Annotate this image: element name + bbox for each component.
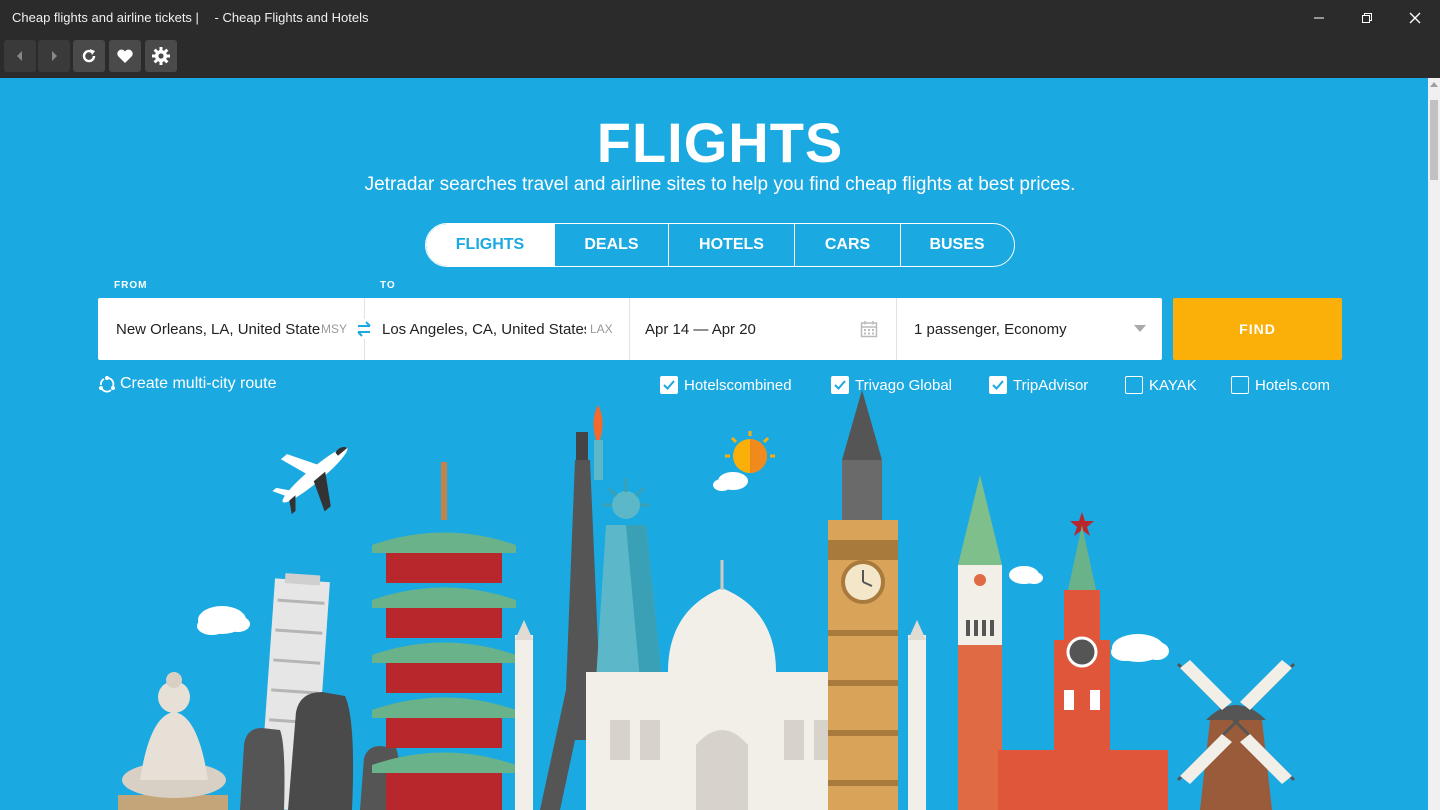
favorite-icon (117, 49, 133, 63)
window-titlebar: Cheap flights and airline tickets | - Ch… (0, 0, 1440, 36)
statue-of-liberty-icon (593, 405, 662, 680)
sun-icon (725, 431, 775, 473)
minimize-icon[interactable] (1296, 0, 1342, 36)
close-icon[interactable] (1392, 0, 1438, 36)
scrollbar-thumb[interactable] (1430, 100, 1438, 180)
settings-icon (152, 47, 170, 65)
buddha-statue-icon (118, 672, 228, 810)
windmill-icon (1176, 660, 1296, 810)
favorite-button[interactable] (109, 40, 141, 72)
refresh-button[interactable] (73, 40, 105, 72)
airplane-icon (272, 447, 348, 515)
scroll-up-icon[interactable] (1430, 82, 1438, 87)
landmarks-illustration (118, 390, 1296, 810)
back-button[interactable] (4, 40, 36, 72)
restore-icon[interactable] (1344, 0, 1390, 36)
refresh-icon (82, 49, 96, 63)
forward-icon (52, 51, 57, 61)
page-scrollbar[interactable] (1428, 78, 1440, 810)
window-title: Cheap flights and airline tickets | - Ch… (12, 10, 368, 25)
settings-button[interactable] (145, 40, 177, 72)
campanile-tower-icon (958, 475, 1002, 810)
window-title-right: - Cheap Flights and Hotels (214, 10, 369, 25)
forward-button[interactable] (38, 40, 70, 72)
page-content: FLIGHTS Jetradar searches travel and air… (0, 78, 1428, 810)
big-ben-icon (828, 390, 898, 810)
browser-toolbar (0, 36, 1440, 78)
window-title-left: Cheap flights and airline tickets | (12, 10, 199, 25)
back-icon (17, 51, 22, 61)
